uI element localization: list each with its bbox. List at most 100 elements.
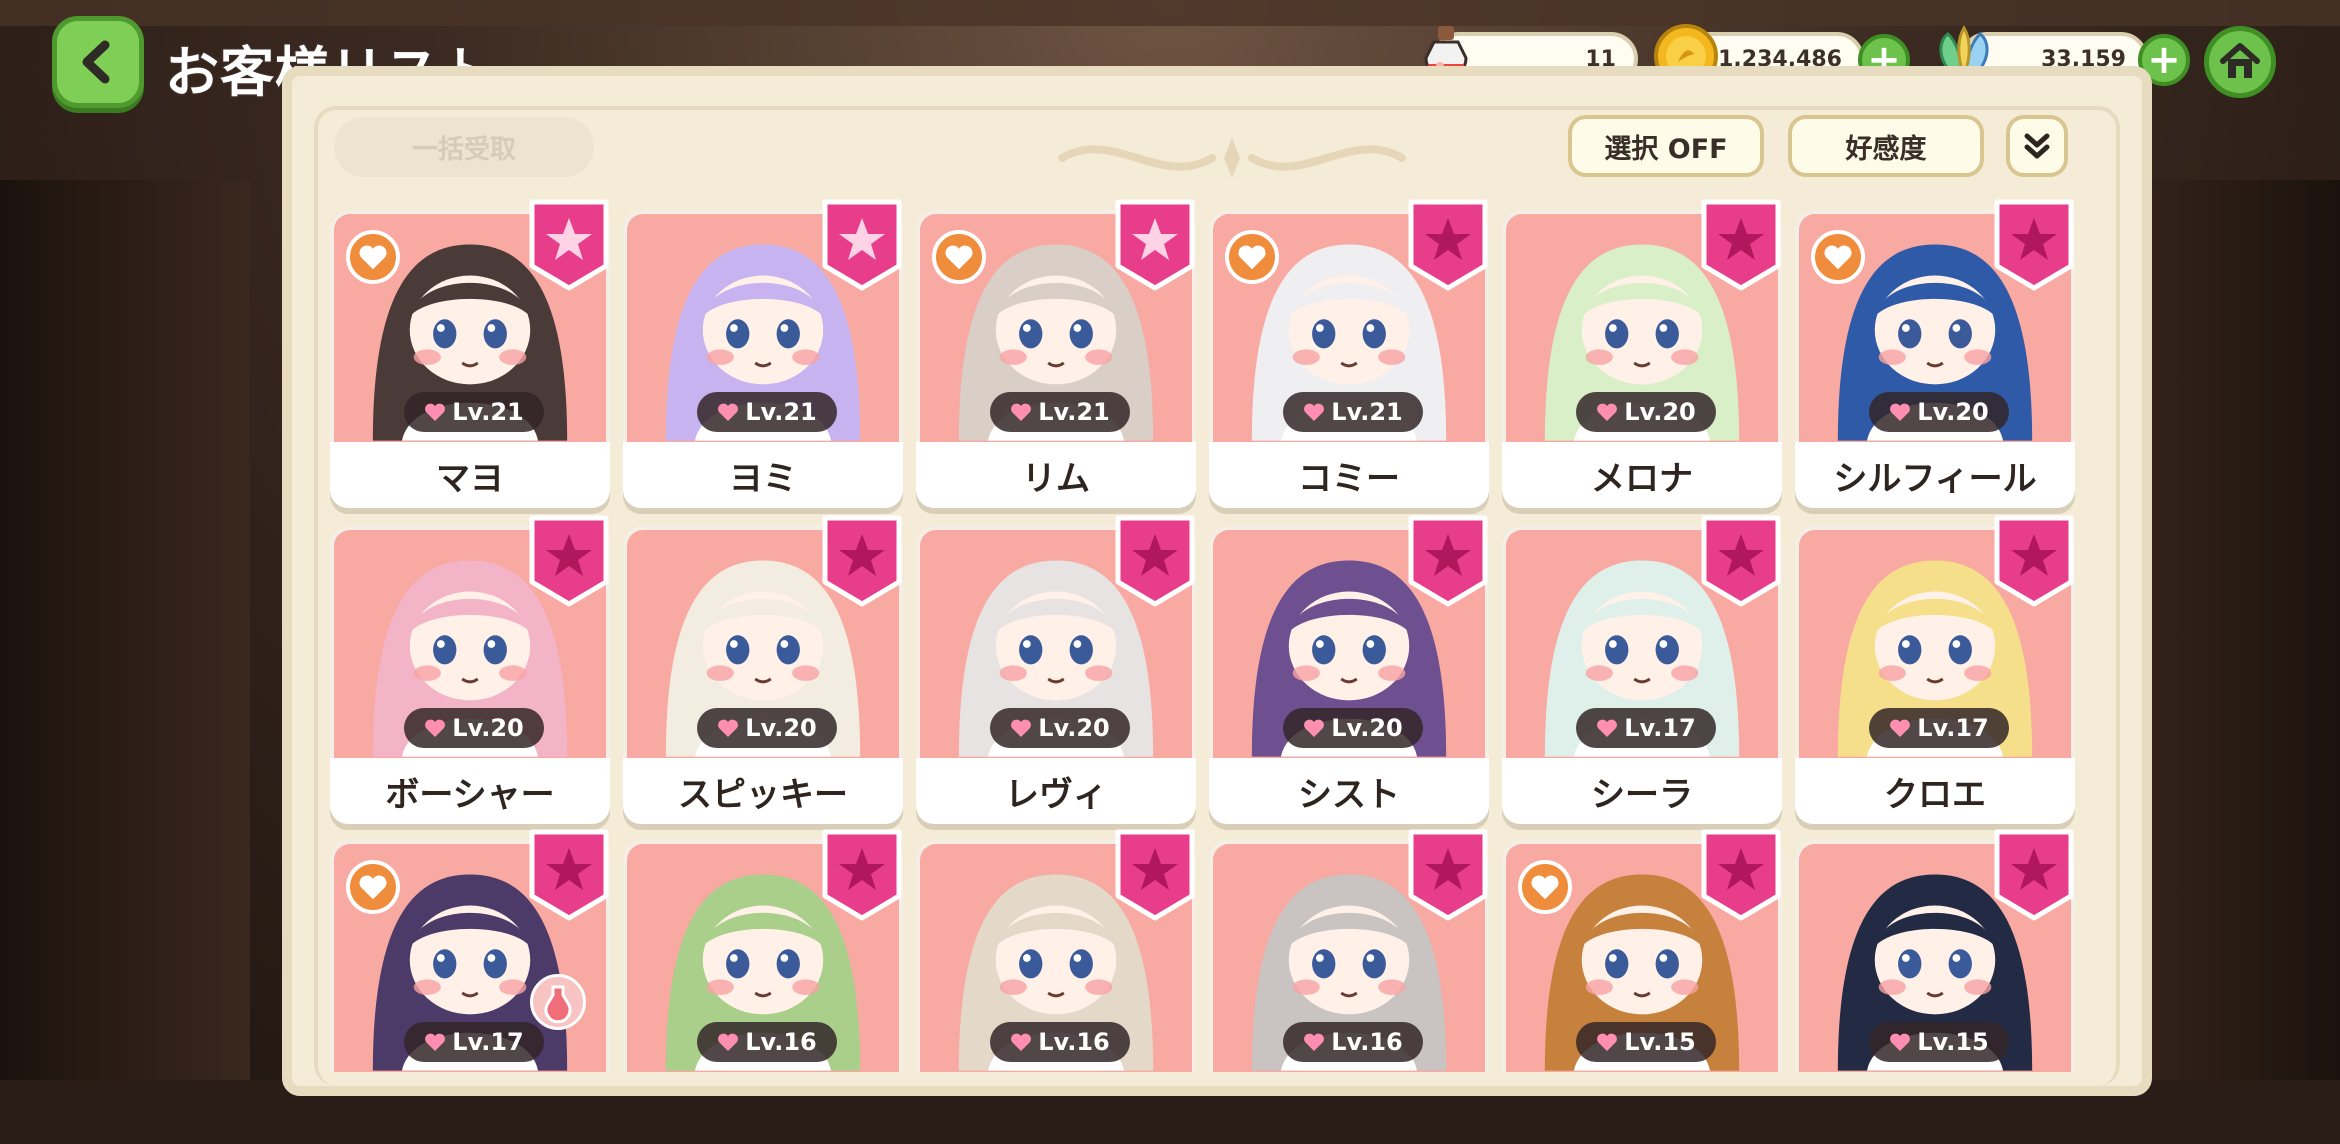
heart-icon <box>1011 1033 1032 1051</box>
level-text: Lv.21 <box>1331 398 1403 426</box>
rank-badge-icon <box>1408 199 1488 291</box>
customer-name: メロナ <box>1502 442 1782 508</box>
level-badge: Lv.15 <box>1576 1022 1716 1062</box>
back-button[interactable] <box>52 16 144 108</box>
customer-card[interactable]: シーラ Lv.17 <box>1502 512 1782 830</box>
customer-card[interactable]: メロナ Lv.20 <box>1502 196 1782 514</box>
level-text: Lv.17 <box>1917 714 1989 742</box>
customer-name: リム <box>916 442 1196 508</box>
heart-icon <box>1890 1033 1911 1051</box>
level-text: Lv.21 <box>745 398 817 426</box>
customer-card[interactable]: ボーシャー Lv.20 <box>330 512 610 830</box>
customer-card[interactable]: コミー Lv.21 <box>1209 196 1489 514</box>
level-badge: Lv.20 <box>990 708 1130 748</box>
favorite-heart-icon <box>932 230 986 284</box>
level-text: Lv.17 <box>452 1028 524 1056</box>
heart-icon <box>1304 1033 1325 1051</box>
level-text: Lv.15 <box>1917 1028 1989 1056</box>
customer-card[interactable]: レヴィ Lv.20 <box>916 512 1196 830</box>
level-badge: Lv.20 <box>697 708 837 748</box>
customer-name: マヨ <box>330 442 610 508</box>
level-text: Lv.20 <box>1038 714 1110 742</box>
heart-icon <box>1304 403 1325 421</box>
heart-icon <box>1597 403 1618 421</box>
heart-icon <box>1597 1033 1618 1051</box>
rank-badge-icon <box>1701 199 1781 291</box>
favorite-heart-icon <box>346 860 400 914</box>
star-badge-icon <box>822 199 902 291</box>
heart-icon <box>1011 403 1032 421</box>
customer-card[interactable]: マヨ Lv.21 <box>330 196 610 514</box>
level-text: Lv.16 <box>745 1028 817 1056</box>
rank-badge-icon <box>1408 515 1488 607</box>
customer-name: シスト <box>1209 758 1489 824</box>
level-badge: Lv.20 <box>1869 392 2009 432</box>
left-wall <box>0 180 250 1080</box>
star-badge-icon <box>1115 199 1195 291</box>
ornament-decoration <box>1058 138 1406 178</box>
chevron-left-icon <box>82 40 110 84</box>
heart-icon <box>1304 719 1325 737</box>
rank-badge-icon <box>529 829 609 921</box>
level-text: Lv.20 <box>1624 398 1696 426</box>
customer-name: ボーシャー <box>330 758 610 824</box>
level-text: Lv.21 <box>1038 398 1110 426</box>
customer-name: クロエ <box>1795 758 2075 824</box>
customer-name: ヨミ <box>623 442 903 508</box>
level-text: Lv.16 <box>1331 1028 1403 1056</box>
customer-card[interactable]: Lv.15 <box>1502 826 1782 1144</box>
customer-card[interactable]: Lv.17 <box>330 826 610 1144</box>
level-badge: Lv.15 <box>1869 1022 2009 1062</box>
rank-badge-icon <box>1701 829 1781 921</box>
heart-icon <box>425 403 446 421</box>
customer-card[interactable]: クロエ Lv.17 <box>1795 512 2075 830</box>
customer-card[interactable]: シスト Lv.20 <box>1209 512 1489 830</box>
rank-badge-icon <box>1115 515 1195 607</box>
level-badge: Lv.20 <box>1576 392 1716 432</box>
level-badge: Lv.16 <box>1283 1022 1423 1062</box>
level-text: Lv.20 <box>1331 714 1403 742</box>
level-badge: Lv.17 <box>1576 708 1716 748</box>
customer-name: シルフィール <box>1795 442 2075 508</box>
heart-icon <box>718 1033 739 1051</box>
customer-card[interactable]: Lv.16 <box>1209 826 1489 1144</box>
customer-card[interactable]: Lv.15 <box>1795 826 2075 1144</box>
rank-badge-icon <box>529 515 609 607</box>
customer-name: スピッキー <box>623 758 903 824</box>
level-badge: Lv.16 <box>990 1022 1130 1062</box>
select-toggle-button[interactable]: 選択 OFF <box>1568 115 1764 177</box>
rank-badge-icon <box>1994 199 2074 291</box>
customer-card[interactable]: スピッキー Lv.20 <box>623 512 903 830</box>
customer-card[interactable]: ヨミ Lv.21 <box>623 196 903 514</box>
rank-badge-icon <box>1408 829 1488 921</box>
heart-icon <box>1011 719 1032 737</box>
level-badge: Lv.20 <box>1283 708 1423 748</box>
heart-icon <box>1890 403 1911 421</box>
favorite-heart-icon <box>1225 230 1279 284</box>
level-text: Lv.17 <box>1624 714 1696 742</box>
home-button[interactable] <box>2204 26 2276 98</box>
star-badge-icon <box>529 199 609 291</box>
customer-card[interactable]: Lv.16 <box>623 826 903 1144</box>
level-badge: Lv.21 <box>990 392 1130 432</box>
customer-name: コミー <box>1209 442 1489 508</box>
customer-card[interactable]: リム Lv.21 <box>916 196 1196 514</box>
rank-badge-icon <box>822 829 902 921</box>
customer-card[interactable]: Lv.16 <box>916 826 1196 1144</box>
home-icon <box>2220 43 2260 78</box>
heart-icon <box>718 719 739 737</box>
level-badge: Lv.17 <box>1869 708 2009 748</box>
bulk-receive-button[interactable]: 一括受取 <box>334 117 594 177</box>
sort-button[interactable]: 好感度 <box>1788 115 1984 177</box>
level-badge: Lv.20 <box>404 708 544 748</box>
customer-name: レヴィ <box>916 758 1196 824</box>
expand-sort-button[interactable] <box>2006 115 2068 177</box>
rank-badge-icon <box>822 515 902 607</box>
heart-icon <box>1597 719 1618 737</box>
heart-icon <box>718 403 739 421</box>
level-badge: Lv.16 <box>697 1022 837 1062</box>
heart-icon <box>425 719 446 737</box>
customer-card[interactable]: シルフィール Lv.20 <box>1795 196 2075 514</box>
level-text: Lv.20 <box>1917 398 1989 426</box>
level-badge: Lv.21 <box>697 392 837 432</box>
